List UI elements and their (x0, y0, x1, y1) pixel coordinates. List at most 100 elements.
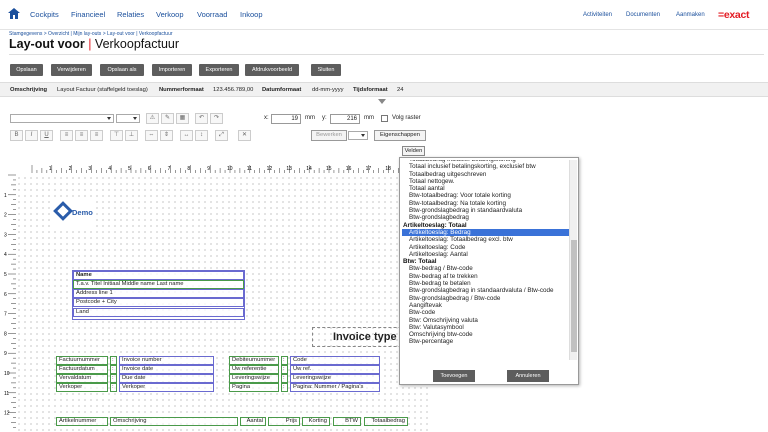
field-list-item[interactable]: Artikeltoeslag: Aantal (402, 251, 569, 258)
undo-icon[interactable]: ↶ (195, 113, 208, 124)
table-header-cell[interactable]: Prijs (268, 417, 300, 426)
distribute-vertical-icon[interactable]: ⇕ (160, 130, 173, 141)
y-input[interactable]: 216 (330, 114, 360, 124)
x-input[interactable]: 19 (271, 114, 301, 124)
field-value[interactable]: Invoice number (119, 356, 214, 365)
font-size-select[interactable] (116, 114, 140, 123)
field-list-item[interactable]: Btw-grondslagbedrag in standaardvaluta (402, 207, 569, 214)
address-line-1[interactable]: Address line 1 (73, 289, 244, 298)
field-label[interactable]: Factuurdatum (56, 365, 108, 374)
field-label[interactable]: Factuurnummer (56, 356, 108, 365)
field-value[interactable]: Uw ref. (290, 365, 380, 374)
field-list-item[interactable]: Btw-code (402, 309, 569, 316)
field-list-item[interactable]: Aangiftevak (402, 302, 569, 309)
bewerken-select[interactable] (348, 131, 368, 140)
field-list-item[interactable]: Btw-bedrag te betalen (402, 280, 569, 287)
size-both-icon[interactable]: ⤢ (215, 130, 228, 141)
table-header-cell[interactable]: Totaalbedrag (364, 417, 408, 426)
field-list-item[interactable]: Btw-grondslagbedrag / Btw-code (402, 295, 569, 302)
address-postcode-city[interactable]: Postcode + City (73, 298, 244, 307)
field-list-item[interactable]: Btw-grondslagbedrag in standaardvaluta /… (402, 287, 569, 294)
nav-aanmaken[interactable]: Aanmaken (676, 12, 705, 18)
nav-inkoop[interactable]: Inkoop (240, 10, 263, 19)
collapse-arrow-icon[interactable] (378, 99, 386, 104)
field-list-item[interactable]: Artikeltoeslag: Code (402, 244, 569, 251)
toevoegen-button[interactable]: Toevoegen (433, 370, 475, 382)
align-center-icon[interactable]: ≡ (75, 130, 88, 141)
table-header-cell[interactable]: Omschrijving (110, 417, 238, 426)
velden-button[interactable]: Velden (402, 146, 425, 156)
fields-scrollbar[interactable] (569, 160, 577, 360)
nav-activiteiten[interactable]: Activiteiten (583, 12, 612, 18)
field-separator[interactable]: : (281, 365, 288, 374)
field-label[interactable]: Verkoper (56, 383, 108, 392)
field-value[interactable]: Due date (119, 374, 214, 383)
table-header-cell[interactable]: BTW (333, 417, 361, 426)
field-separator[interactable]: : (110, 374, 117, 383)
nav-documenten[interactable]: Documenten (626, 12, 660, 18)
align-right-icon[interactable]: ≡ (90, 130, 103, 141)
home-icon[interactable] (8, 8, 20, 19)
address-name[interactable]: Name (73, 271, 244, 280)
field-separator[interactable]: : (110, 365, 117, 374)
field-separator[interactable]: : (281, 374, 288, 383)
field-value[interactable]: Invoice date (119, 365, 214, 374)
size-width-icon[interactable]: ↔ (180, 130, 193, 141)
field-label[interactable]: Leveringswijze (229, 374, 279, 383)
bewerken-button[interactable]: Bewerken (311, 130, 347, 141)
highlight-icon[interactable]: ✎ (161, 113, 174, 124)
border-icon[interactable]: ▦ (176, 113, 189, 124)
table-header-cell[interactable]: Korting (302, 417, 330, 426)
field-list-item[interactable]: Btw: Valutasymbool (402, 324, 569, 331)
field-label[interactable]: Uw referentie (229, 365, 279, 374)
verwijderen-button[interactable]: Verwijderen (51, 64, 92, 76)
italic-icon[interactable]: I (25, 130, 38, 141)
exporteren-button[interactable]: Exporteren (199, 64, 239, 76)
field-separator[interactable]: : (281, 356, 288, 365)
importeren-button[interactable]: Importeren (152, 64, 192, 76)
field-group-header[interactable]: Artikeltoeslag: Totaal (402, 222, 569, 229)
field-list-item[interactable]: Btw: Omschrijving valuta (402, 317, 569, 324)
bold-icon[interactable]: B (10, 130, 23, 141)
field-list-item[interactable]: Btw-totaalbedrag: Na totale korting (402, 200, 569, 207)
field-list-item[interactable]: Totaal inclusief betalingskorting, exclu… (402, 163, 569, 170)
field-list-item[interactable]: Omschrijving btw-code (402, 331, 569, 338)
align-top-icon[interactable]: ⊤ (110, 130, 123, 141)
opslaan-button[interactable]: Opslaan (10, 64, 43, 76)
field-list-item[interactable]: Btw-percentage (402, 338, 569, 345)
scrollbar-thumb[interactable] (571, 240, 577, 352)
fields-list[interactable]: Totaalbedrag inclusief betalingskortingT… (402, 160, 569, 360)
distribute-icon[interactable]: ⇔ (145, 130, 158, 141)
align-left-icon[interactable]: ≡ (60, 130, 73, 141)
field-value[interactable]: Verkoper (119, 383, 214, 392)
table-header-cell[interactable]: Aantal (240, 417, 266, 426)
field-value[interactable]: Pagina: Nummer / Pagina's (290, 383, 380, 392)
table-header-cell[interactable]: Artikelnummer (56, 417, 108, 426)
field-list-item[interactable]: Totaalbedrag uitgeschreven (402, 171, 569, 178)
sluiten-button[interactable]: Sluiten (311, 64, 341, 76)
field-list-item[interactable]: Btw-grondslagbedrag (402, 214, 569, 221)
field-value[interactable]: Leveringswijze (290, 374, 380, 383)
opslaan-als-button[interactable]: Opslaan als (100, 64, 144, 76)
field-group-header[interactable]: Btw: Totaal (402, 258, 569, 265)
nav-verkoop[interactable]: Verkoop (156, 10, 184, 19)
field-list-item[interactable]: Artikeltoeslag: Totaalbedrag excl. btw (402, 236, 569, 243)
field-separator[interactable]: : (281, 383, 288, 392)
volg-raster-checkbox[interactable] (381, 115, 388, 122)
afdrukvoorbeeld-button[interactable]: Afdrukvoorbeeld (245, 64, 299, 76)
address-country[interactable]: Land (73, 308, 244, 317)
align-middle-icon[interactable]: ⊥ (125, 130, 138, 141)
font-select[interactable] (10, 114, 114, 123)
delete-icon[interactable]: ✕ (238, 130, 251, 141)
warning-icon[interactable]: ⚠ (146, 113, 159, 124)
field-list-item[interactable]: Totaal aantal (402, 185, 569, 192)
field-list-item[interactable]: Btw-bedrag af te trekken (402, 273, 569, 280)
field-list-item[interactable]: Artikeltoeslag: Bedrag (402, 228, 569, 237)
eigenschappen-button[interactable]: Eigenschappen (374, 130, 426, 141)
exact-logo[interactable]: =exact (718, 9, 749, 21)
field-list-item[interactable]: Totaal nettogew. (402, 178, 569, 185)
field-label[interactable]: Pagina (229, 383, 279, 392)
field-value[interactable]: Code (290, 356, 380, 365)
field-label[interactable]: Debiteurnummer (229, 356, 279, 365)
company-logo[interactable]: Demo (53, 201, 95, 227)
